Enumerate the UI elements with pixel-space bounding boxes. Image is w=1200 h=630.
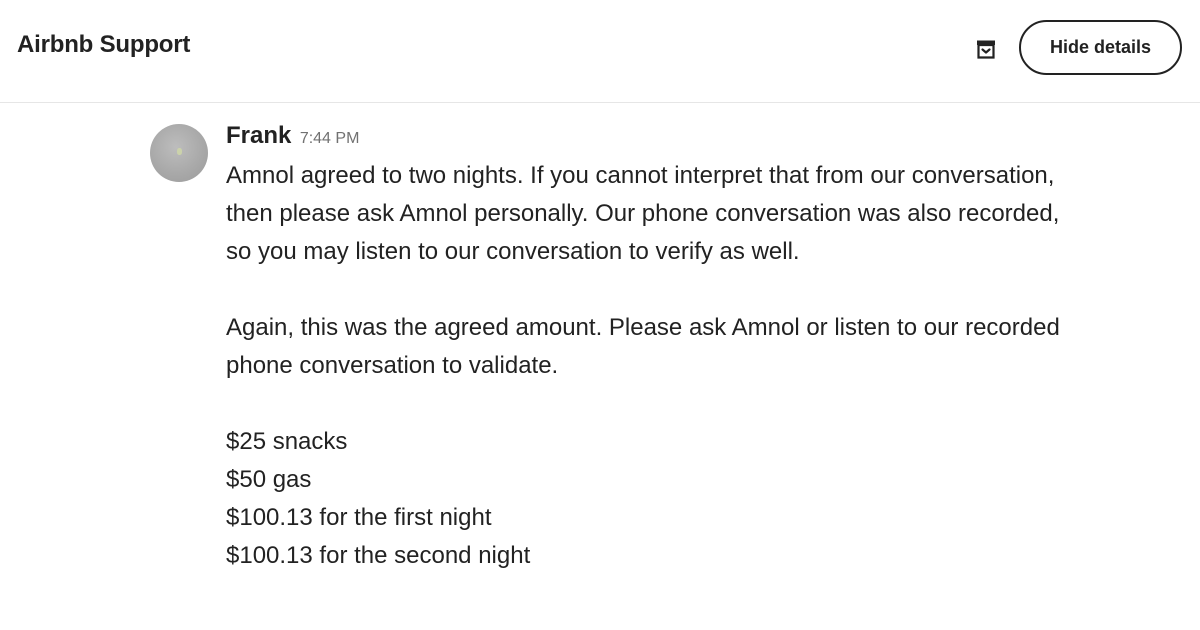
archive-icon [977, 40, 995, 59]
message-item: Frank 7:44 PM Amnol agreed to two nights… [150, 122, 1150, 622]
conversation-header: Airbnb Support Hide details [0, 0, 1200, 103]
message-body: Amnol agreed to two nights. If you canno… [226, 157, 1066, 575]
sender-name: Frank [226, 122, 292, 149]
hide-details-button[interactable]: Hide details [1019, 20, 1182, 75]
page-title: Airbnb Support [17, 31, 191, 58]
message-timestamp: 7:44 PM [299, 130, 360, 147]
expense-item: $100.13 for the second night [226, 542, 531, 569]
avatar[interactable] [150, 124, 208, 182]
expense-item: $50 gas [226, 466, 312, 493]
expense-item: $100.13 for the first night [226, 504, 492, 531]
archive-button[interactable] [968, 31, 1004, 67]
expense-item: $25 snacks [226, 428, 348, 455]
message-header: Frank 7:44 PM [226, 122, 359, 150]
expense-list: $25 snacks $50 gas $100.13 for the first… [226, 423, 1066, 575]
message-paragraph: Again, this was the agreed amount. Pleas… [226, 314, 1060, 379]
message-paragraph: Amnol agreed to two nights. If you canno… [226, 162, 1060, 265]
